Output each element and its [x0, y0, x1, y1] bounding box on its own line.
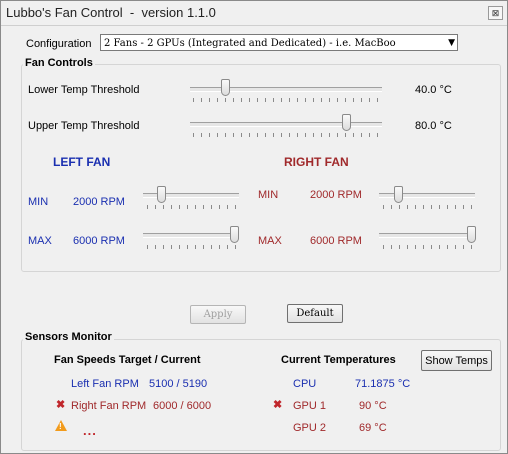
right-fan-max-ticks — [383, 245, 473, 249]
left-fan-min-value: 2000 RPM — [73, 196, 125, 208]
right-fan-min-ticks — [383, 205, 473, 209]
right-fan-min-value: 2000 RPM — [310, 189, 362, 201]
right-fan-min-label: MIN — [258, 189, 279, 201]
upper-threshold-value: 80.0 °C — [415, 120, 452, 132]
warning-exclamation: ! — [59, 422, 62, 431]
warning-dots: ... — [83, 423, 97, 438]
left-fan-max-label: MAX — [28, 235, 52, 247]
lower-threshold-value: 40.0 °C — [415, 84, 452, 96]
right-fan-title: RIGHT FAN — [284, 155, 349, 169]
right-fan-max-value: 6000 RPM — [310, 235, 362, 247]
upper-threshold-slider[interactable] — [342, 114, 351, 131]
left-fan-max-track — [143, 233, 239, 238]
left-fan-rpm-value: 5100 / 5190 — [149, 378, 208, 390]
right-fan-max-slider[interactable] — [467, 226, 476, 243]
right-fan-max-label: MAX — [258, 235, 282, 247]
close-icon[interactable]: ⊠ — [488, 6, 503, 20]
cpu-temp-value: 71.1875 °C — [355, 378, 411, 390]
left-fan-max-value: 6000 RPM — [73, 235, 125, 247]
title-bar: Lubbo's Fan Control - version 1.1.0 ⊠ — [1, 1, 507, 26]
right-fan-min-slider[interactable] — [394, 186, 403, 203]
window-title: Lubbo's Fan Control - version 1.1.0 — [6, 5, 216, 20]
left-fan-rpm-label: Left Fan RPM — [71, 378, 139, 390]
left-fan-title: LEFT FAN — [53, 155, 111, 169]
right-fan-rpm-value: 6000 / 6000 — [153, 400, 212, 412]
gpu1-error-x-icon: ✖ — [273, 399, 283, 411]
lower-threshold-ticks — [193, 98, 379, 102]
left-fan-min-label: MIN — [28, 196, 49, 208]
default-button[interactable]: Default — [287, 304, 343, 323]
main-window: Lubbo's Fan Control - version 1.1.0 ⊠ Co… — [0, 0, 508, 454]
left-fan-max-slider[interactable] — [230, 226, 239, 243]
left-fan-min-slider[interactable] — [157, 186, 166, 203]
lower-threshold-label: Lower Temp Threshold — [28, 84, 140, 96]
upper-threshold-label: Upper Temp Threshold — [28, 120, 140, 132]
dropdown-arrow-icon: ▼ — [448, 38, 455, 48]
fan-speeds-header: Fan Speeds Target / Current — [54, 354, 201, 366]
configuration-label: Configuration — [26, 38, 92, 50]
apply-button[interactable]: Apply — [190, 305, 246, 324]
right-fan-max-track — [379, 233, 475, 238]
configuration-selected-value: 2 Fans - 2 GPUs (Integrated and Dedicate… — [104, 38, 396, 49]
left-fan-max-ticks — [147, 245, 237, 249]
error-x-icon: ✖ — [56, 399, 66, 411]
gpu2-temp-value: 69 °C — [359, 422, 387, 434]
cpu-temp-label: CPU — [293, 378, 317, 390]
gpu1-temp-label: GPU 1 — [293, 400, 327, 412]
lower-threshold-track — [190, 87, 382, 92]
left-fan-min-ticks — [147, 205, 237, 209]
show-temps-button[interactable]: Show Temps — [421, 350, 492, 371]
configuration-select[interactable]: 2 Fans - 2 GPUs (Integrated and Dedicate… — [100, 34, 458, 51]
current-temperatures-header: Current Temperatures — [281, 354, 396, 366]
fan-controls-title: Fan Controls — [23, 57, 95, 69]
sensors-monitor-title: Sensors Monitor — [23, 331, 114, 343]
upper-threshold-ticks — [193, 133, 379, 137]
right-fan-rpm-label: Right Fan RPM — [71, 400, 147, 412]
gpu2-temp-label: GPU 2 — [293, 422, 327, 434]
gpu1-temp-value: 90 °C — [359, 400, 387, 412]
upper-threshold-track — [190, 122, 382, 127]
lower-threshold-slider[interactable] — [221, 79, 230, 96]
